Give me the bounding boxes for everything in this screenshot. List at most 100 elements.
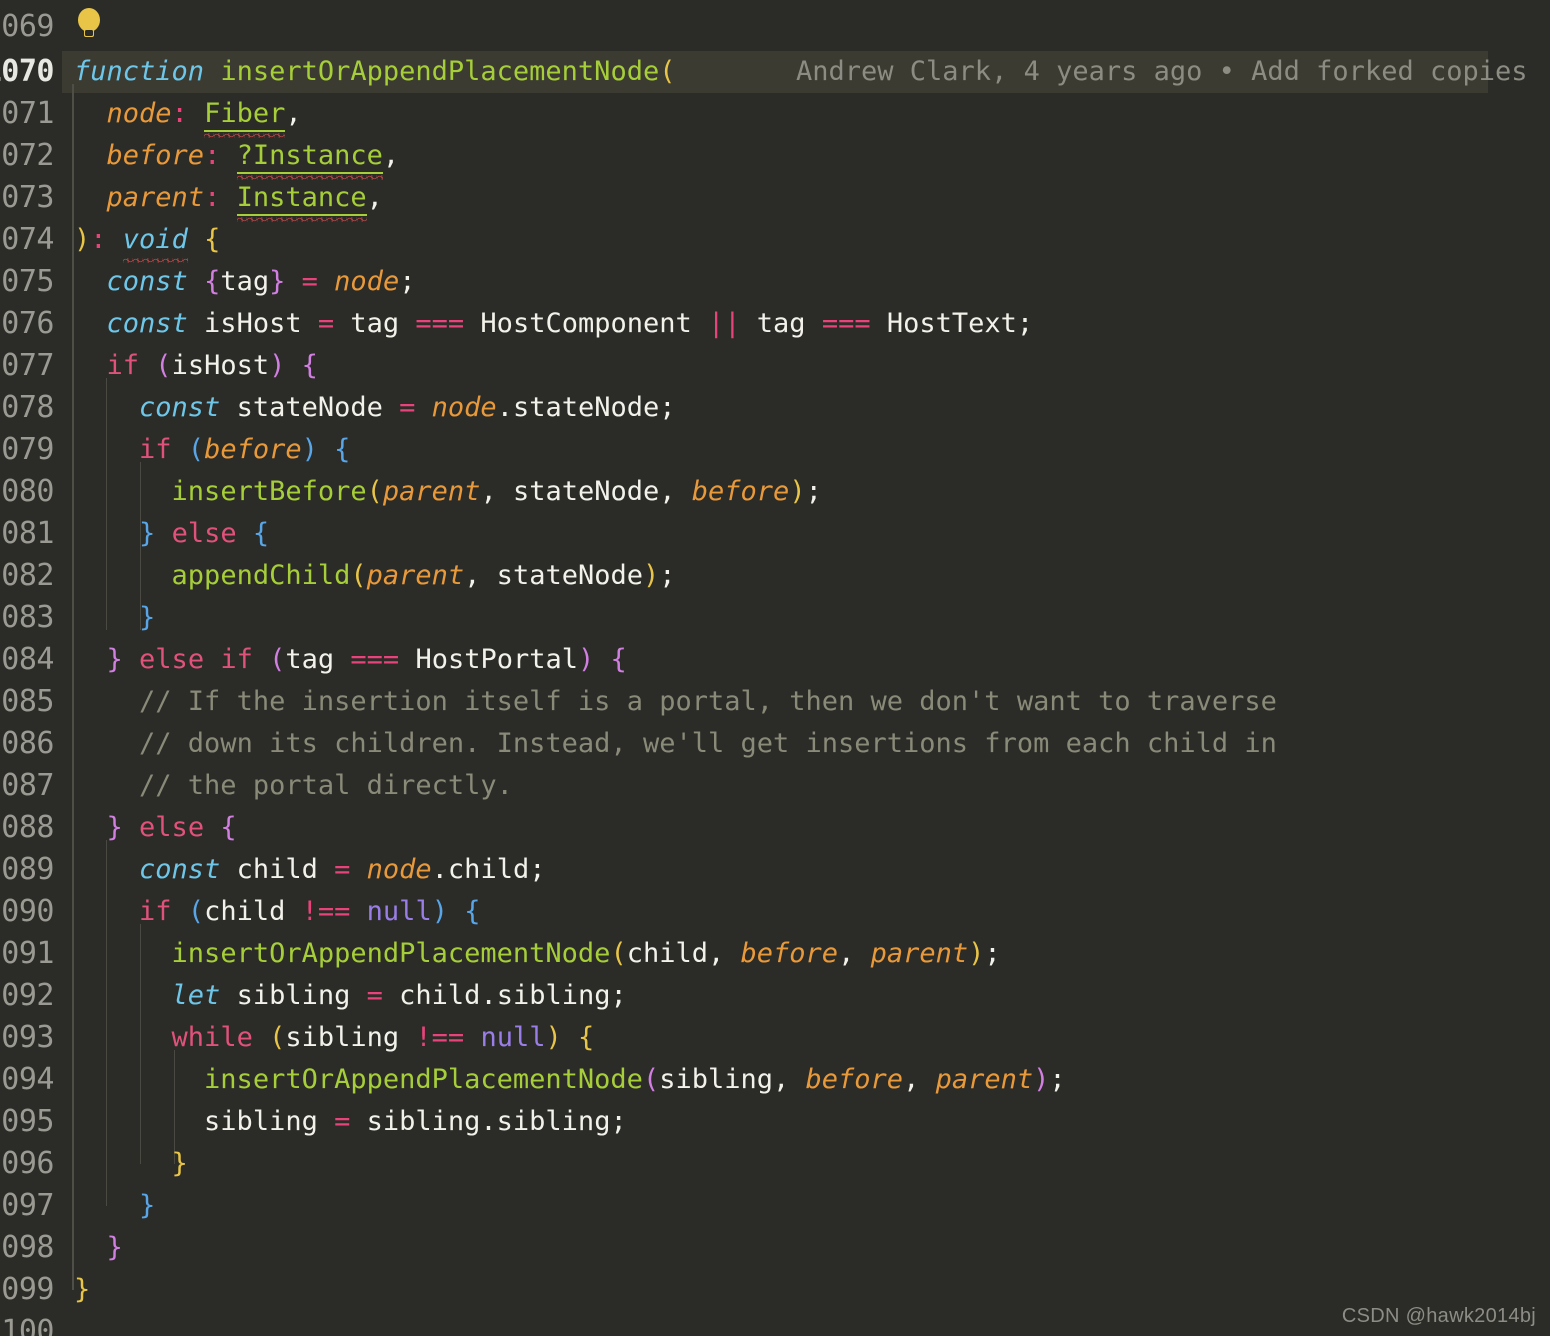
- token-brace: {: [220, 812, 237, 843]
- token-comment: // down its children. Instead, we'll get…: [139, 728, 1277, 759]
- code-line[interactable]: if (before) {: [74, 429, 350, 471]
- token-operator: =: [301, 266, 318, 297]
- token-bracket: ): [431, 896, 448, 927]
- token-brace: }: [106, 812, 123, 843]
- token-null-literal: null: [480, 1022, 546, 1053]
- token-function-call: insertBefore: [171, 476, 367, 507]
- code-line[interactable]: while (sibling !== null) {: [74, 1017, 595, 1059]
- code-line[interactable]: }: [74, 597, 155, 639]
- token-bracket: (: [642, 1064, 660, 1095]
- token-bracket: (: [187, 896, 205, 927]
- token-punctuation: :: [204, 140, 221, 171]
- code-line[interactable]: // down its children. Instead, we'll get…: [74, 723, 1277, 765]
- line-number: 1098: [0, 1230, 55, 1265]
- token-bracket: (: [187, 434, 205, 465]
- line-number: 1079: [0, 432, 55, 467]
- token-bracket: (: [350, 560, 367, 591]
- line-number: 1082: [0, 558, 55, 593]
- line-number: 1085: [0, 684, 55, 719]
- token-null-literal: null: [366, 896, 432, 927]
- token-brace: }: [139, 518, 156, 549]
- token-bracket: ): [789, 476, 806, 507]
- token-brace: }: [106, 1232, 123, 1263]
- code-line[interactable]: let sibling = child.sibling;: [74, 975, 627, 1017]
- line-number: 1071: [0, 96, 55, 131]
- code-line[interactable]: const stateNode = node.stateNode;: [74, 387, 675, 429]
- token-bracket: ): [578, 644, 595, 675]
- code-text-area[interactable]: function insertOrAppendPlacementNode( An…: [62, 0, 1550, 1336]
- line-number: 1092: [0, 978, 55, 1013]
- line-number: 1100: [0, 1314, 55, 1336]
- token-brace: }: [74, 1274, 91, 1305]
- line-number: 1069: [0, 9, 55, 44]
- token-brace: }: [269, 266, 286, 297]
- token-keyword: function: [74, 56, 205, 87]
- token-keyword: if: [220, 644, 253, 675]
- code-line[interactable]: const child = node.child;: [74, 849, 545, 891]
- code-line[interactable]: parent: Instance,: [74, 177, 383, 219]
- line-number: 1096: [0, 1146, 55, 1181]
- token-keyword: while: [171, 1022, 253, 1053]
- token-parameter: parent: [106, 182, 205, 213]
- line-number: 1081: [0, 516, 55, 551]
- code-line[interactable]: before: ?Instance,: [74, 135, 399, 177]
- line-number: 1087: [0, 768, 55, 803]
- code-line[interactable]: }: [74, 1227, 123, 1269]
- code-editor[interactable]: 1069 1070 1071 1072 1073 1074 1075 1076 …: [0, 0, 1550, 1336]
- token-brace: }: [139, 602, 156, 633]
- code-line[interactable]: // If the insertion itself is a portal, …: [74, 681, 1277, 723]
- token-brace: {: [204, 266, 221, 297]
- code-line[interactable]: }: [74, 1143, 188, 1185]
- token-bracket: ): [642, 560, 660, 591]
- watermark: CSDN @hawk2014bj: [1341, 1305, 1536, 1327]
- line-number: 1091: [0, 936, 55, 971]
- code-line[interactable]: } else {: [74, 513, 269, 555]
- token-parameter: node: [366, 854, 432, 885]
- code-line[interactable]: insertOrAppendPlacementNode(sibling, bef…: [74, 1059, 1066, 1101]
- code-line[interactable]: }: [74, 1185, 155, 1227]
- token-brace: {: [334, 434, 351, 465]
- line-number: 1088: [0, 810, 55, 845]
- line-number-gutter: 1069 1070 1071 1072 1073 1074 1075 1076 …: [0, 0, 62, 1336]
- token-operator: =: [334, 1106, 351, 1137]
- token-keyword: else: [171, 518, 237, 549]
- token-parameter: before: [805, 1064, 904, 1095]
- code-line[interactable]: } else if (tag === HostPortal) {: [74, 639, 627, 681]
- token-brace: {: [464, 896, 481, 927]
- token-bracket: (: [610, 938, 627, 969]
- token-punctuation: :: [171, 98, 188, 129]
- token-keyword: const: [106, 266, 188, 297]
- code-line[interactable]: if (child !== null) {: [74, 891, 481, 933]
- line-number: 1076: [0, 306, 55, 341]
- token-function-call: insertOrAppendPlacementNode: [204, 1064, 643, 1095]
- token-keyword: else: [139, 812, 205, 843]
- code-line[interactable]: node: Fiber,: [74, 93, 302, 135]
- lightbulb-icon[interactable]: [74, 6, 104, 40]
- code-line[interactable]: ): void {: [74, 219, 220, 261]
- token-parameter: parent: [935, 1064, 1034, 1095]
- code-line[interactable]: insertBefore(parent, stateNode, before);: [74, 471, 822, 513]
- code-line[interactable]: // the portal directly.: [74, 765, 513, 807]
- code-line[interactable]: appendChild(parent, stateNode);: [74, 555, 676, 597]
- code-line[interactable]: if (isHost) {: [74, 345, 318, 387]
- code-line[interactable]: }: [74, 1269, 90, 1311]
- token-comment: // the portal directly.: [139, 770, 513, 801]
- token-bracket: ): [968, 938, 985, 969]
- code-line[interactable]: insertOrAppendPlacementNode(child, befor…: [74, 933, 1001, 975]
- token-bracket: (: [269, 1022, 286, 1053]
- code-line[interactable]: } else {: [74, 807, 237, 849]
- line-number: 1097: [0, 1188, 55, 1223]
- token-operator: =: [334, 854, 351, 885]
- token-punctuation: :: [204, 182, 221, 213]
- code-line[interactable]: sibling = sibling.sibling;: [74, 1101, 627, 1143]
- token-bracket: (: [269, 644, 286, 675]
- token-brace: }: [106, 644, 123, 675]
- token-operator: =: [399, 392, 416, 423]
- git-blame-annotation[interactable]: Andrew Clark, 4 years ago • Add forked c…: [796, 51, 1550, 93]
- token-brace: {: [204, 224, 221, 255]
- line-number: 1084: [0, 642, 55, 677]
- code-line[interactable]: const isHost = tag === HostComponent || …: [74, 303, 1034, 345]
- token-parameter: parent: [870, 938, 969, 969]
- code-line[interactable]: function insertOrAppendPlacementNode(: [74, 51, 675, 93]
- code-line[interactable]: const {tag} = node;: [74, 261, 416, 303]
